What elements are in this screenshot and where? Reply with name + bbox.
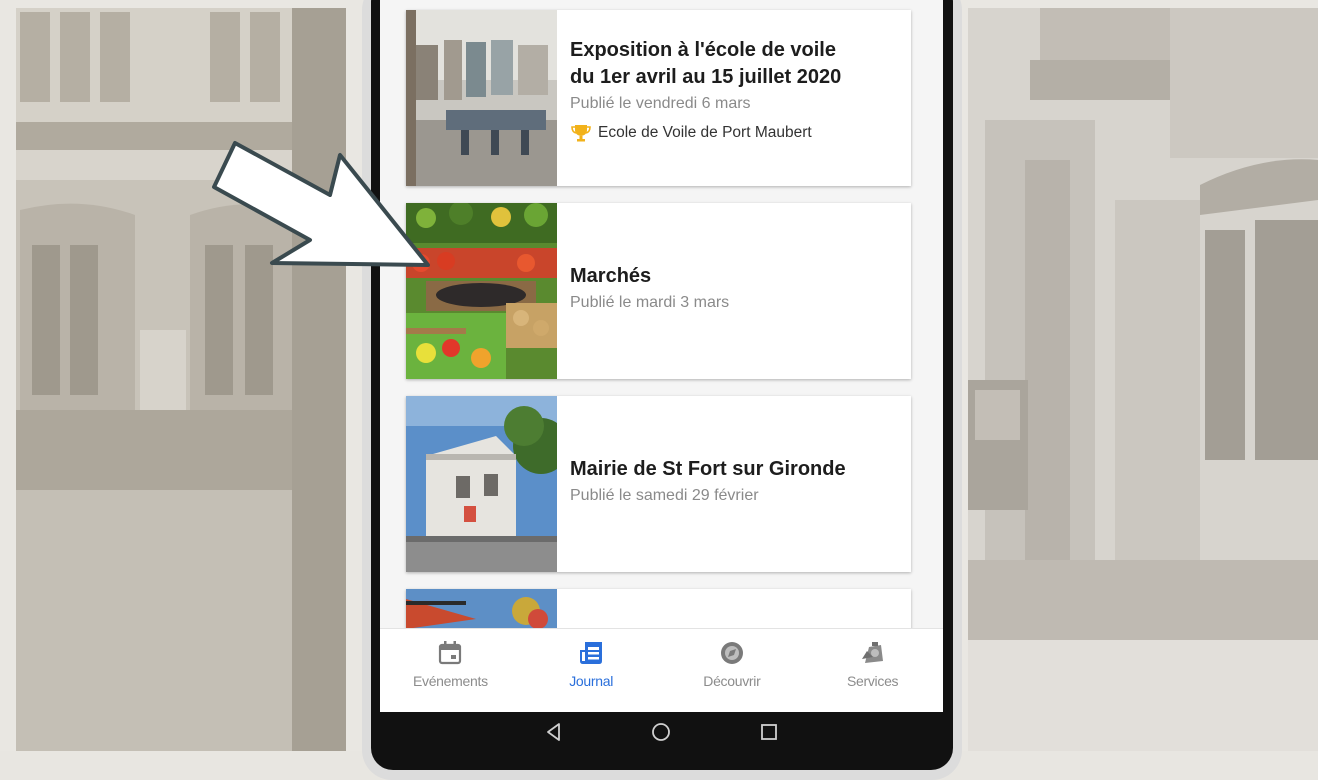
news-card[interactable]: Mairie de St Fort sur Gironde Publié le … xyxy=(406,396,911,572)
news-organizer[interactable]: Ecole de Voile de Port Maubert xyxy=(570,124,899,142)
news-published-date: Publié le samedi 29 février xyxy=(570,487,759,504)
news-card[interactable]: Exposition à l'école de voile du 1er avr… xyxy=(406,10,911,186)
news-thumbnail xyxy=(406,589,557,628)
organizer-name: Ecole de Voile de Port Maubert xyxy=(598,124,812,141)
news-published-date: Publié le vendredi 6 mars xyxy=(570,95,751,112)
news-title: Exposition à l'école de voile du 1er avr… xyxy=(570,39,842,88)
nav-tab-label: Découvrir xyxy=(703,673,761,689)
nav-tab-label: Evénements xyxy=(412,673,488,689)
news-published-date: Publié le mardi 3 mars xyxy=(570,294,730,311)
news-thumbnail xyxy=(406,396,557,572)
street-photo-icon xyxy=(406,589,557,628)
nav-tab-services[interactable]: Services xyxy=(802,629,943,712)
nav-tab-label: Services xyxy=(846,673,899,689)
newspaper-icon xyxy=(580,642,603,664)
bottom-navigation: Evénements Journal Découvrir Services xyxy=(380,628,943,712)
news-feed[interactable]: Exposition à l'école de voile du 1er avr… xyxy=(380,0,943,628)
back-icon[interactable] xyxy=(542,720,566,744)
compass-icon xyxy=(720,642,743,664)
news-title: Marchés xyxy=(570,265,652,287)
news-card[interactable] xyxy=(406,589,911,628)
recents-icon[interactable] xyxy=(757,720,781,744)
calendar-icon xyxy=(439,641,462,665)
news-title: Mairie de St Fort sur Gironde xyxy=(570,458,846,480)
town-hall-photo-icon xyxy=(406,396,557,572)
nav-tab-label: Journal xyxy=(569,673,614,689)
nav-tab-evenements[interactable]: Evénements xyxy=(380,629,521,712)
pointer-arrow-icon xyxy=(212,141,430,267)
phone-screen: Exposition à l'école de voile du 1er avr… xyxy=(380,0,943,712)
nav-tab-decouvrir[interactable]: Découvrir xyxy=(662,629,803,712)
news-card[interactable]: Marchés Publié le mardi 3 mars xyxy=(406,203,911,379)
system-navigation-bar xyxy=(380,712,943,752)
nav-tab-journal[interactable]: Journal xyxy=(521,629,662,712)
home-icon[interactable] xyxy=(649,720,673,744)
trophy-icon xyxy=(571,125,591,142)
services-icon xyxy=(861,642,883,663)
